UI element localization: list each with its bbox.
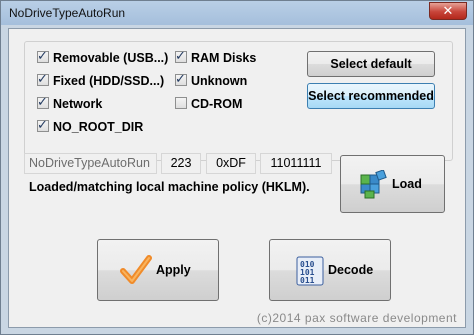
- copyright-text: (c)2014 pax software development: [256, 311, 457, 325]
- checkbox-network[interactable]: ✓ Network: [37, 94, 103, 113]
- checkbox-unknown-label: Unknown: [191, 74, 248, 88]
- checkbox-fixed-label: Fixed (HDD/SSD...): [53, 74, 165, 88]
- checkbox-cd-rom-box[interactable]: ✓: [175, 97, 187, 109]
- load-button-label: Load: [392, 177, 422, 191]
- load-icon: [359, 169, 389, 200]
- app-window: NoDriveTypeAutoRun ✕ ✓ Removable (USB...)…: [0, 0, 474, 335]
- hex-value-field: 0xDF: [206, 153, 256, 174]
- checkbox-no-root-dir-label: NO_ROOT_DIR: [53, 120, 144, 134]
- apply-button-label: Apply: [156, 263, 191, 277]
- checkbox-removable-label: Removable (USB...): [53, 51, 169, 65]
- checkbox-network-label: Network: [53, 97, 103, 111]
- checkbox-cd-rom[interactable]: ✓ CD-ROM: [175, 97, 242, 113]
- checkbox-cd-rom-label: CD-ROM: [191, 97, 243, 111]
- checkbox-fixed-box[interactable]: ✓: [37, 71, 49, 86]
- binary-decode-icon: 010 101 011: [296, 256, 324, 286]
- close-button[interactable]: ✕: [429, 2, 467, 20]
- title-bar[interactable]: NoDriveTypeAutoRun ✕: [1, 1, 473, 25]
- checkbox-ram-disks-box[interactable]: ✓: [175, 48, 187, 63]
- binary-value-field: 11011111: [260, 153, 332, 174]
- decimal-value-field: 223: [161, 153, 201, 174]
- select-default-button[interactable]: Select default: [307, 51, 435, 77]
- checkbox-unknown[interactable]: ✓ Unknown: [175, 71, 248, 90]
- checkbox-network-box[interactable]: ✓: [37, 94, 49, 109]
- decode-button[interactable]: 010 101 011 Decode: [269, 239, 391, 301]
- checkbox-removable-box[interactable]: ✓: [37, 48, 49, 63]
- checkbox-ram-disks[interactable]: ✓ RAM Disks: [175, 48, 257, 67]
- checkbox-unknown-box[interactable]: ✓: [175, 71, 187, 86]
- status-text: Loaded/matching local machine policy (HK…: [29, 180, 310, 194]
- checkbox-removable[interactable]: ✓ Removable (USB...): [37, 48, 169, 67]
- load-button[interactable]: Load: [340, 155, 445, 213]
- client-area: ✓ Removable (USB...) ✓ Fixed (HDD/SSD...) …: [8, 28, 466, 328]
- drive-types-group: ✓ Removable (USB...) ✓ Fixed (HDD/SSD...) …: [24, 41, 453, 161]
- checkbox-no-root-dir[interactable]: ✓ NO_ROOT_DIR: [37, 117, 144, 136]
- checkmark-icon: [120, 254, 152, 286]
- value-name-field: NoDriveTypeAutoRun: [24, 153, 157, 174]
- checkbox-no-root-dir-box[interactable]: ✓: [37, 117, 49, 132]
- select-recommended-button[interactable]: Select recommended: [307, 83, 435, 109]
- svg-text:011: 011: [300, 276, 315, 285]
- window-title: NoDriveTypeAutoRun: [9, 6, 126, 20]
- checkbox-fixed[interactable]: ✓ Fixed (HDD/SSD...): [37, 71, 165, 90]
- checkbox-ram-disks-label: RAM Disks: [191, 51, 257, 65]
- decode-button-label: Decode: [328, 263, 374, 277]
- apply-button[interactable]: Apply: [97, 239, 219, 301]
